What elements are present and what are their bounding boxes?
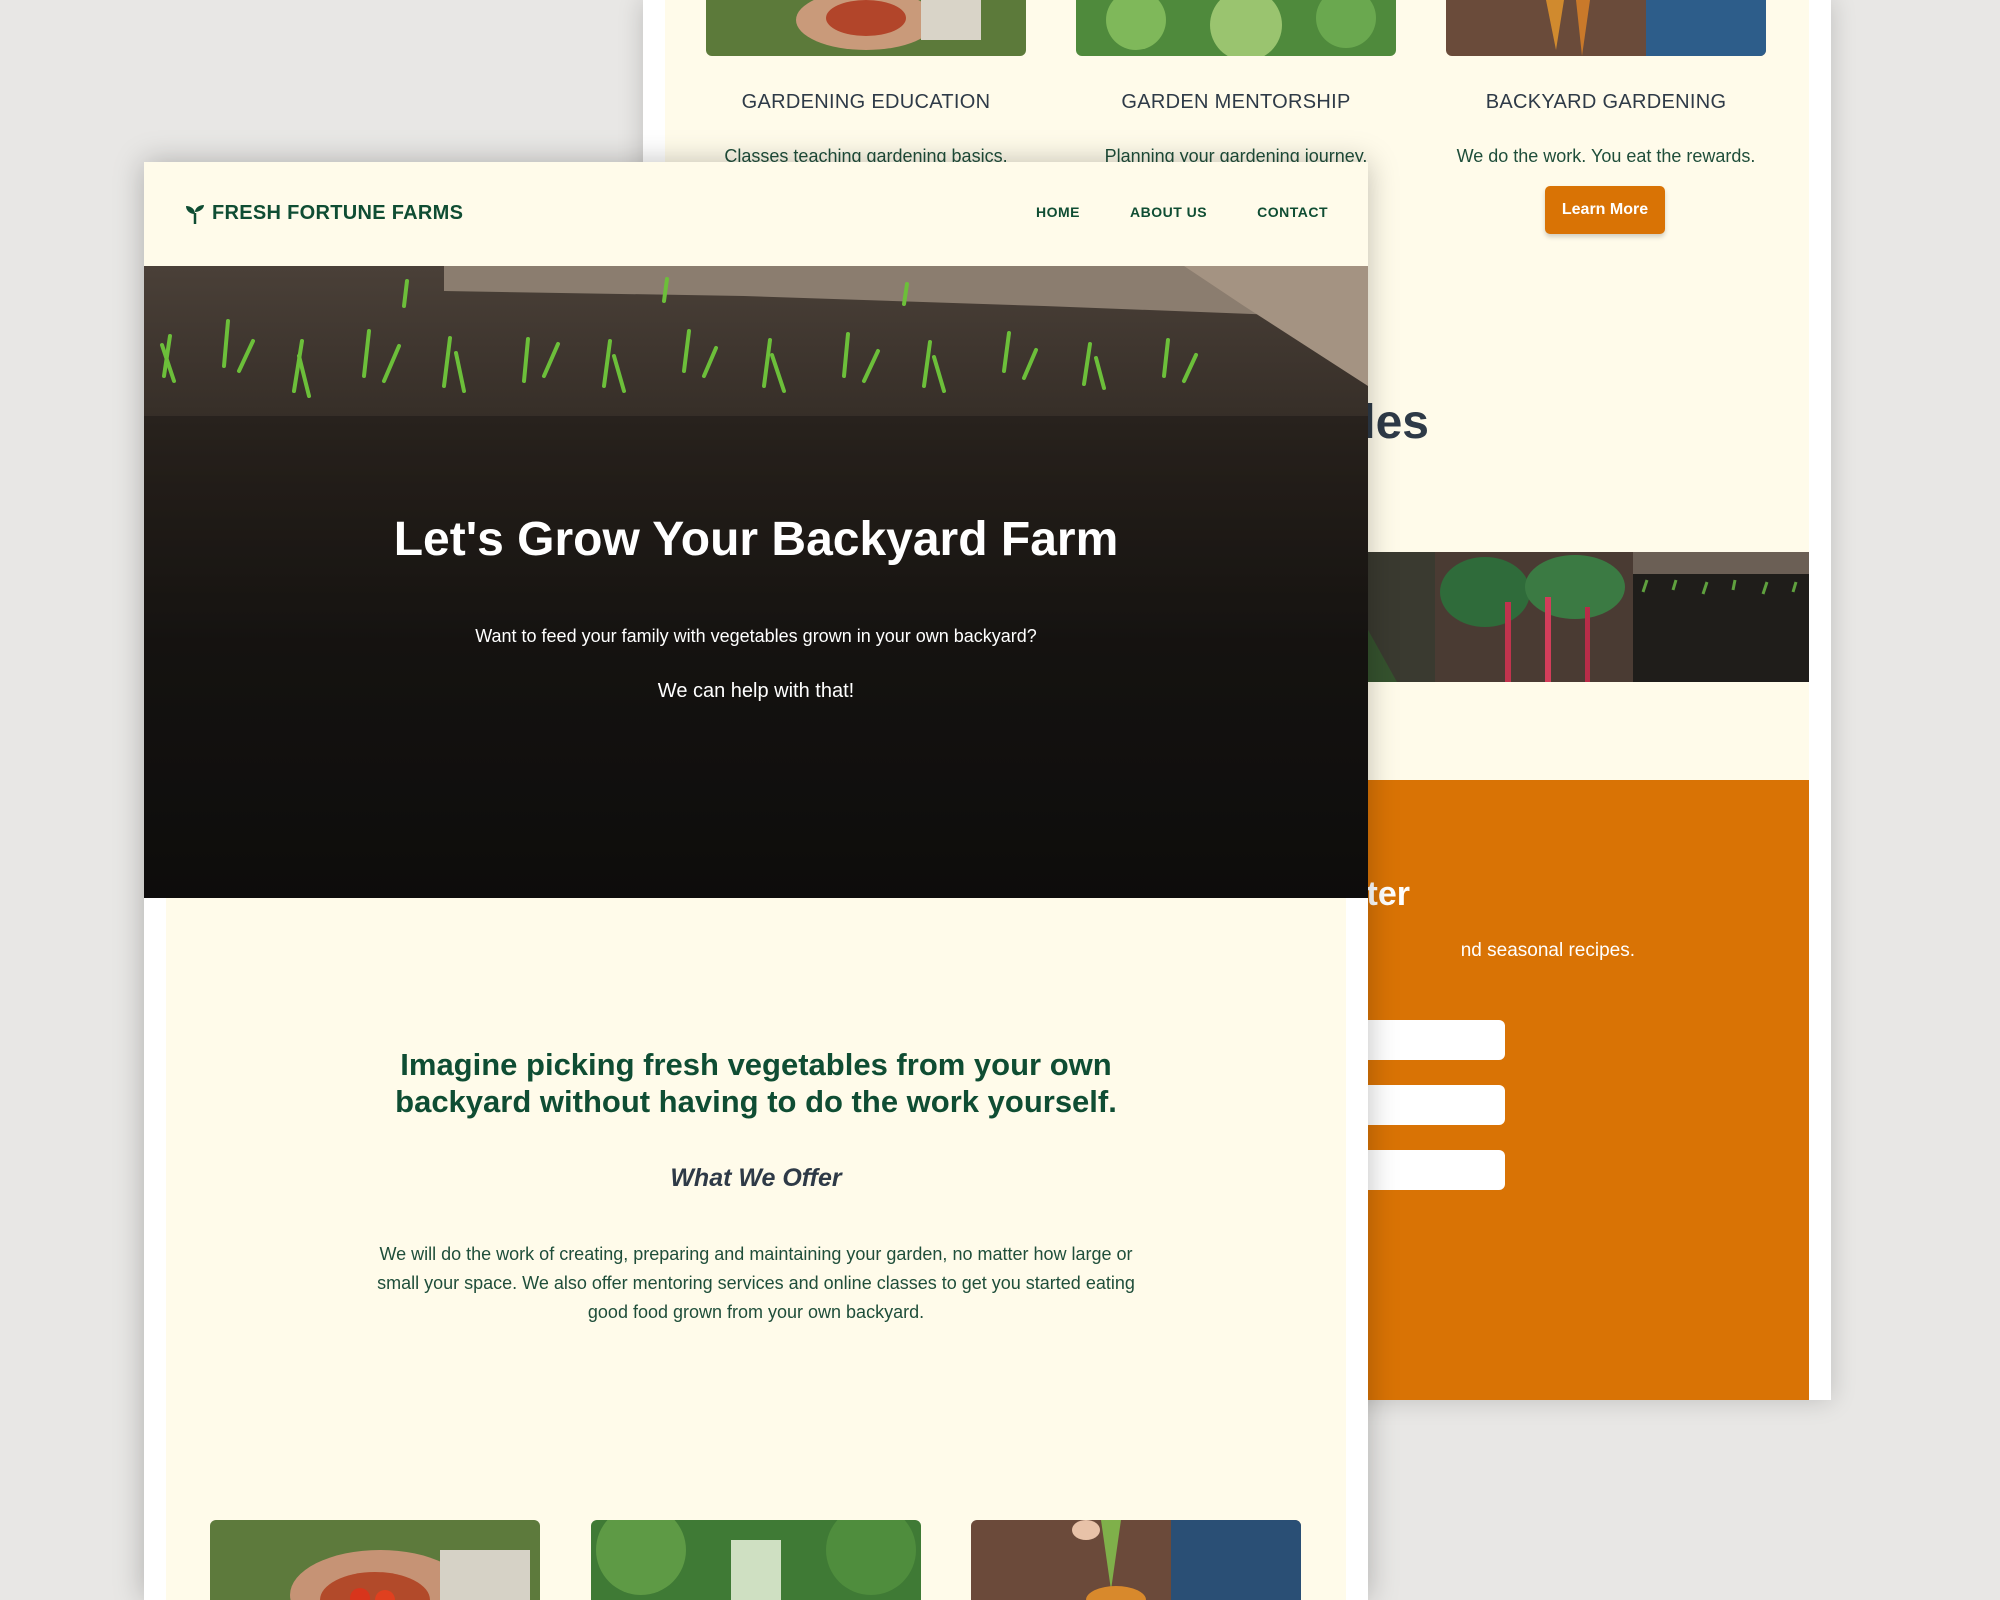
nav-menu: HOME ABOUT US CONTACT: [1036, 204, 1328, 220]
gallery-image-seedbed: [1633, 552, 1809, 682]
hero-subtitle-secondary: We can help with that!: [657, 680, 855, 702]
service-text: We do the work. You eat the rewards.: [1456, 146, 1756, 166]
gallery-image-chard: [1435, 552, 1633, 682]
service-card-education: GARDENING EDUCATION Classes teaching gar…: [706, 0, 1026, 167]
service-title: GARDEN MENTORSHIP: [1121, 91, 1351, 113]
nav-about[interactable]: ABOUT US: [1130, 204, 1207, 220]
service-card-mentorship: GARDEN MENTORSHIP Planning your gardenin…: [1076, 0, 1396, 167]
front-page-screenshot: FRESH FORTUNE FARMS HOME ABOUT US CONTAC…: [144, 162, 1368, 1600]
hero-banner: Let's Grow Your Backyard Farm Want to fe…: [144, 266, 1368, 898]
intro-paragraph: We will do the work of creating, prepari…: [377, 1244, 1135, 1322]
service-image-backyard: [1446, 0, 1766, 56]
sprout-icon: [186, 204, 204, 224]
service-image-education: [706, 0, 1026, 56]
offer-image-backyard: [971, 1520, 1301, 1600]
service-image-mentorship: [1076, 0, 1396, 61]
brand-name: FRESH FORTUNE FARMS: [212, 202, 464, 224]
navbar: FRESH FORTUNE FARMS HOME ABOUT US CONTAC…: [144, 162, 1368, 266]
service-title: BACKYARD GARDENING: [1485, 91, 1727, 113]
hero-title: Let's Grow Your Backyard Farm: [393, 513, 1119, 566]
nav-contact[interactable]: CONTACT: [1257, 204, 1328, 220]
learn-more-button[interactable]: Learn More: [1545, 186, 1665, 234]
offer-heading: What We Offer: [670, 1164, 842, 1192]
hero-subtitle: Want to feed your family with vegetables…: [475, 626, 1037, 646]
offer-image-mentorship: [591, 1520, 921, 1600]
nav-home[interactable]: HOME: [1036, 204, 1080, 220]
hero-image-soil-seedlings: [144, 266, 1368, 898]
brand-logo[interactable]: FRESH FORTUNE FARMS: [184, 202, 463, 225]
intro-heading: Imagine picking fresh vegetables from yo…: [395, 1047, 1117, 1119]
offer-image-education: [210, 1520, 540, 1600]
service-title: GARDENING EDUCATION: [741, 91, 991, 113]
service-card-backyard: BACKYARD GARDENING We do the work. You e…: [1446, 0, 1766, 167]
